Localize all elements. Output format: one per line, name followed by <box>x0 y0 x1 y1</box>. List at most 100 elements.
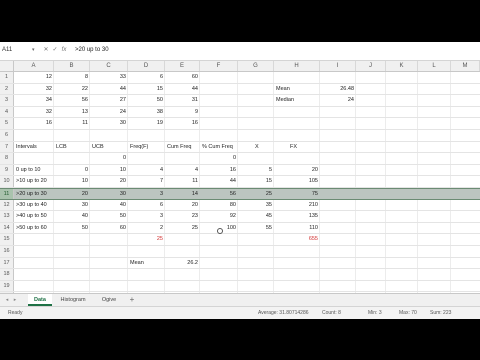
row-header[interactable]: 10 <box>0 176 14 187</box>
cell-i3[interactable]: 24 <box>322 95 354 106</box>
row-header[interactable]: 17 <box>0 257 14 269</box>
cell-c8[interactable]: 0 <box>92 153 126 164</box>
cell-h15-total[interactable]: 655 <box>276 234 318 245</box>
cell-c11[interactable]: 30 <box>92 189 126 199</box>
row-header[interactable]: 2 <box>0 83 14 95</box>
cell-b2[interactable]: 22 <box>56 84 88 95</box>
column-header-f[interactable]: F <box>200 61 238 71</box>
row-header[interactable]: 19 <box>0 280 14 292</box>
scroll-tabs-left-icon[interactable]: ◂ <box>3 294 11 306</box>
column-header-l[interactable]: L <box>418 61 451 71</box>
cell-c2[interactable]: 44 <box>92 84 126 95</box>
cell-a13[interactable]: >40 up to 50 <box>16 211 52 222</box>
cell-d11[interactable]: 3 <box>130 189 163 199</box>
cell-b4[interactable]: 13 <box>56 107 88 118</box>
cell-b7[interactable]: LCB <box>56 142 88 153</box>
cell-h10[interactable]: 105 <box>276 176 318 187</box>
cell-d5[interactable]: 19 <box>130 118 163 129</box>
cell-d12[interactable]: 6 <box>130 200 163 211</box>
cell-a9[interactable]: 0 up to 10 <box>16 165 52 176</box>
cell-h3[interactable]: Median <box>276 95 318 106</box>
row-header[interactable]: 4 <box>0 106 14 118</box>
cell-b10[interactable]: 10 <box>56 176 88 187</box>
column-header-k[interactable]: K <box>386 61 418 71</box>
cell-d13[interactable]: 3 <box>130 211 163 222</box>
row-header[interactable]: 7 <box>0 141 14 153</box>
tab-histogram[interactable]: Histogram <box>56 294 90 306</box>
cell-c3[interactable]: 27 <box>92 95 126 106</box>
cell-a7[interactable]: Intervals <box>16 142 52 153</box>
cell-e7[interactable]: Cum Freq <box>167 142 198 153</box>
cell-d2[interactable]: 15 <box>130 84 163 95</box>
row-header[interactable]: 6 <box>0 130 14 141</box>
name-box[interactable]: A11 <box>2 45 32 56</box>
column-header-d[interactable]: D <box>128 61 165 71</box>
row-header[interactable]: 13 <box>0 211 14 222</box>
tab-data[interactable]: Data <box>28 294 52 306</box>
cell-e14[interactable]: 25 <box>167 223 198 234</box>
formula-input[interactable]: >20 up to 30 <box>75 45 375 56</box>
cell-e3[interactable]: 31 <box>167 95 198 106</box>
column-header-m[interactable]: M <box>451 61 480 71</box>
tab-ogive[interactable]: Ogive <box>94 294 124 306</box>
cell-b9[interactable]: 0 <box>56 165 88 176</box>
row-header[interactable]: 16 <box>0 246 14 257</box>
enter-icon[interactable]: ✓ <box>51 45 59 56</box>
row-header[interactable]: 15 <box>0 234 14 245</box>
row-header[interactable]: 8 <box>0 153 14 164</box>
cancel-icon[interactable]: ✕ <box>42 45 50 56</box>
cell-h14[interactable]: 110 <box>276 223 318 234</box>
cell-g7[interactable]: X <box>255 142 273 153</box>
cell-d10[interactable]: 7 <box>130 176 163 187</box>
row-header[interactable]: 11 <box>0 189 14 199</box>
cell-e10[interactable]: 11 <box>167 176 198 187</box>
cell-b13[interactable]: 40 <box>56 211 88 222</box>
cell-e2[interactable]: 44 <box>167 84 198 95</box>
cell-d4[interactable]: 38 <box>130 107 163 118</box>
cell-h7[interactable]: FX <box>290 142 318 153</box>
row-header[interactable]: 12 <box>0 199 14 211</box>
cell-f12[interactable]: 80 <box>202 200 236 211</box>
cell-c14[interactable]: 60 <box>92 223 126 234</box>
cell-b12[interactable]: 30 <box>56 200 88 211</box>
cell-d15-total[interactable]: 25 <box>130 234 163 245</box>
row-header[interactable]: 5 <box>0 118 14 129</box>
cell-d17[interactable]: Mean <box>130 258 163 269</box>
column-header-h[interactable]: H <box>274 61 320 71</box>
cell-f7[interactable]: % Cum Freq <box>202 142 236 153</box>
cell-b5[interactable]: 11 <box>56 118 88 129</box>
row-header[interactable]: 9 <box>0 164 14 176</box>
cell-g11[interactable]: 25 <box>240 189 272 199</box>
column-header-c[interactable]: C <box>90 61 128 71</box>
cell-h2[interactable]: Mean <box>276 84 318 95</box>
cell-h11[interactable]: 75 <box>276 189 318 199</box>
cell-g9[interactable]: 5 <box>240 165 272 176</box>
column-header-g[interactable]: G <box>238 61 274 71</box>
cell-g10[interactable]: 15 <box>240 176 272 187</box>
cell-a14[interactable]: >50 up to 60 <box>16 223 52 234</box>
cell-e5[interactable]: 16 <box>167 118 198 129</box>
cell-a11[interactable]: >20 up to 30 <box>16 189 52 199</box>
row-header[interactable]: 14 <box>0 222 14 234</box>
cell-f11[interactable]: 56 <box>202 189 236 199</box>
cell-c10[interactable]: 20 <box>92 176 126 187</box>
cell-a4[interactable]: 32 <box>16 107 52 118</box>
scroll-tabs-right-icon[interactable]: ▸ <box>11 294 19 306</box>
name-box-dropdown-icon[interactable]: ▾ <box>32 45 38 56</box>
cell-a12[interactable]: >30 up to 40 <box>16 200 52 211</box>
cell-e1[interactable]: 60 <box>167 72 198 83</box>
column-header-j[interactable]: J <box>356 61 386 71</box>
cell-a5[interactable]: 16 <box>16 118 52 129</box>
cell-c12[interactable]: 40 <box>92 200 126 211</box>
column-header-a[interactable]: A <box>14 61 54 71</box>
cell-grid[interactable]: 1 12 8 33 6 60 2 32 22 44 15 44 Mean 26.… <box>0 72 480 308</box>
selected-row[interactable]: 11 >20 up to 30 20 30 3 14 56 25 75 <box>0 188 480 200</box>
cell-b11[interactable]: 20 <box>56 189 88 199</box>
cell-d14[interactable]: 2 <box>130 223 163 234</box>
cell-b3[interactable]: 56 <box>56 95 88 106</box>
row-header[interactable]: 1 <box>0 72 14 83</box>
add-sheet-button[interactable]: + <box>128 294 136 306</box>
cell-b14[interactable]: 50 <box>56 223 88 234</box>
cell-d3[interactable]: 50 <box>130 95 163 106</box>
cell-d1[interactable]: 6 <box>130 72 163 83</box>
